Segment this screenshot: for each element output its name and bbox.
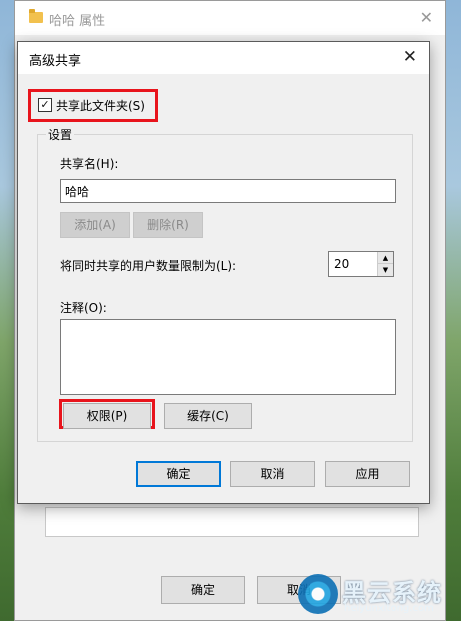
properties-close-icon[interactable]: ✕ xyxy=(420,8,433,27)
watermark-url: heiyunxitong.com xyxy=(344,603,434,614)
stepper-up-icon[interactable]: ▲ xyxy=(378,252,393,264)
ok-button[interactable]: 确定 xyxy=(136,461,221,487)
settings-group: 设置 共享名(H): 添加(A) 删除(R) 将同时共享的用户数量限制为(L):… xyxy=(37,126,413,442)
settings-legend: 设置 xyxy=(46,126,75,143)
properties-ok-button[interactable]: 确定 xyxy=(161,576,245,604)
share-name-input[interactable] xyxy=(60,179,396,203)
properties-title: 哈哈 属性 xyxy=(49,14,106,29)
comment-textarea[interactable] xyxy=(60,319,396,395)
cancel-button[interactable]: 取消 xyxy=(230,461,315,487)
user-limit-stepper[interactable]: 20 ▲ ▼ xyxy=(328,251,394,277)
properties-panel-box xyxy=(45,507,419,537)
add-share-button[interactable]: 添加(A) xyxy=(60,212,130,238)
stepper-down-icon[interactable]: ▼ xyxy=(378,264,393,276)
comment-label: 注释(O): xyxy=(60,301,107,315)
folder-icon xyxy=(29,9,43,23)
dialog-title: 高级共享 xyxy=(29,54,82,69)
properties-titlebar: 哈哈 属性 ✕ xyxy=(15,1,445,35)
share-folder-checkbox-highlight: ✓ 共享此文件夹(S) xyxy=(28,89,158,122)
permissions-button[interactable]: 权限(P) xyxy=(63,403,151,429)
user-limit-label: 将同时共享的用户数量限制为(L): xyxy=(60,259,237,273)
watermark-logo-icon xyxy=(298,574,338,614)
share-name-label: 共享名(H): xyxy=(60,157,119,171)
advanced-sharing-dialog: 高级共享 ✕ ✓ 共享此文件夹(S) 设置 共享名(H): 添加(A) 删除(R… xyxy=(17,41,430,504)
dialog-close-icon[interactable]: ✕ xyxy=(403,47,417,67)
stepper-buttons: ▲ ▼ xyxy=(377,252,393,276)
share-folder-checkbox[interactable]: ✓ xyxy=(38,98,52,112)
user-limit-value[interactable]: 20 xyxy=(334,257,349,271)
apply-button[interactable]: 应用 xyxy=(325,461,410,487)
remove-share-button[interactable]: 删除(R) xyxy=(133,212,203,238)
share-folder-label[interactable]: 共享此文件夹(S) xyxy=(56,97,145,114)
caching-button[interactable]: 缓存(C) xyxy=(164,403,252,429)
dialog-titlebar: 高级共享 ✕ xyxy=(18,42,429,74)
